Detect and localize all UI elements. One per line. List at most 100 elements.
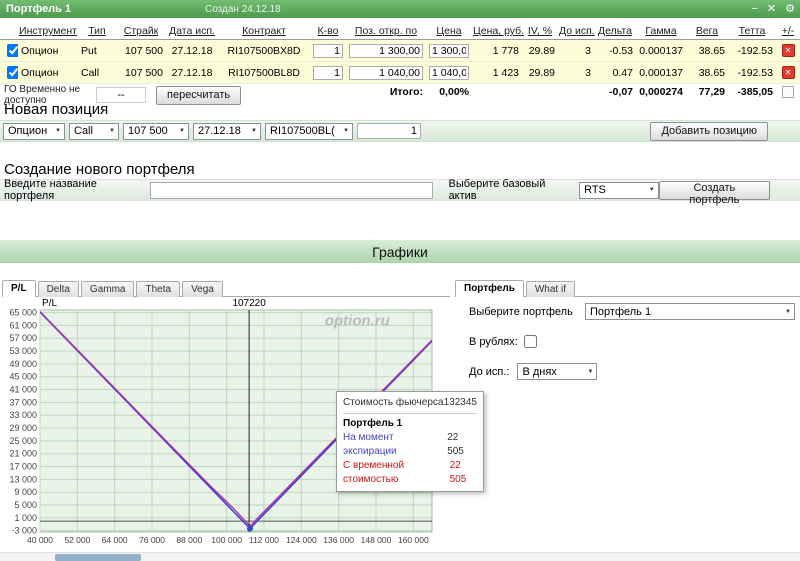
days-select[interactable]: В днях ▼ — [517, 363, 598, 380]
tab-theta[interactable]: Theta — [136, 281, 181, 297]
table-header-row: Инструмент Тип Страйк Дата исп. Контракт… — [0, 23, 800, 40]
tab-delta[interactable]: Delta — [37, 281, 79, 297]
chevron-down-icon: ▼ — [587, 368, 594, 375]
tab-gamma[interactable]: Gamma — [80, 281, 135, 297]
price-input[interactable] — [429, 65, 469, 80]
open-pos-input[interactable] — [349, 65, 423, 80]
svg-text:13 000: 13 000 — [9, 474, 37, 484]
cell-delta: -0.53 — [594, 39, 636, 62]
delete-row-button[interactable]: ✕ — [781, 66, 795, 80]
new-portfolio-controls: Введите название портфеля Выберите базов… — [0, 178, 800, 206]
svg-text:57 000: 57 000 — [9, 333, 37, 343]
add-position-button[interactable]: Добавить позицию — [650, 121, 768, 141]
row-checkbox[interactable] — [7, 66, 18, 79]
row-checkbox[interactable] — [7, 44, 18, 57]
svg-text:25 000: 25 000 — [9, 436, 37, 446]
tab-pl[interactable]: P/L — [2, 280, 36, 297]
rubles-label: В рублях: — [469, 335, 518, 348]
column-header-vega[interactable]: Вега — [696, 25, 718, 37]
cell-iv: 29.89 — [522, 39, 558, 62]
instrument-type-value: Опцион — [8, 125, 48, 137]
svg-text:148 000: 148 000 — [361, 535, 392, 545]
column-header-plusminus[interactable]: +/- — [782, 25, 795, 37]
strike-select[interactable]: 107 500 ▼ — [123, 122, 189, 140]
svg-text:88 000: 88 000 — [176, 535, 202, 545]
exp-date-select[interactable]: 27.12.18 ▼ — [193, 122, 261, 140]
svg-text:100 000: 100 000 — [211, 535, 242, 545]
tooltip-timevalue-value: 22 505 — [449, 460, 467, 485]
cell-iv: 29.89 — [522, 61, 558, 84]
chevron-down-icon: ▼ — [55, 128, 61, 134]
cell-theta: -192.53 — [728, 39, 776, 62]
cell-contract: RI107500BL8D — [218, 61, 310, 84]
column-header-openpos[interactable]: Поз. откр. по — [355, 25, 417, 37]
column-header-contract[interactable]: Контракт — [242, 25, 286, 37]
new-position-qty-input[interactable] — [357, 123, 421, 139]
recalculate-button[interactable]: пересчитать — [156, 85, 242, 105]
tooltip-future-value: 132345 — [443, 397, 477, 408]
scrollbar-thumb[interactable] — [55, 554, 141, 561]
qty-input[interactable] — [313, 65, 343, 80]
base-asset-label: Выберите базовый актив — [448, 178, 546, 202]
rubles-checkbox[interactable] — [523, 335, 537, 348]
contract-select[interactable]: RI107500BL( ▼ — [265, 122, 353, 140]
open-pos-input[interactable] — [349, 43, 423, 58]
column-header-days[interactable]: До исп. — [559, 25, 595, 37]
horizontal-scrollbar[interactable] — [0, 552, 800, 561]
cell-instrument: Опцион — [18, 39, 78, 62]
svg-text:29 000: 29 000 — [9, 423, 37, 433]
svg-text:33 000: 33 000 — [9, 410, 37, 420]
portfolio-name-input[interactable] — [149, 181, 433, 199]
strike-value: 107 500 — [128, 125, 168, 137]
base-asset-select[interactable]: RTS ▼ — [579, 181, 659, 199]
svg-text:49 000: 49 000 — [9, 359, 37, 369]
portfolio-select-value: Портфель 1 — [590, 305, 652, 318]
cell-gamma: 0.000137 — [636, 61, 686, 84]
column-header-expdate[interactable]: Дата исп. — [169, 25, 215, 37]
minimize-icon[interactable]: − — [751, 0, 757, 18]
svg-text:21 000: 21 000 — [9, 449, 37, 459]
svg-text:160 000: 160 000 — [398, 535, 429, 545]
svg-text:112 000: 112 000 — [249, 535, 279, 545]
price-input[interactable] — [429, 43, 469, 58]
column-header-delta[interactable]: Дельта — [598, 25, 632, 37]
delete-row-button[interactable]: ✕ — [781, 44, 795, 58]
column-header-instrument[interactable]: Инструмент — [19, 25, 77, 37]
svg-text:1 000: 1 000 — [14, 513, 37, 523]
column-header-iv[interactable]: IV, % — [528, 25, 552, 37]
option-kind-select[interactable]: Call ▼ — [69, 122, 119, 140]
column-header-strike[interactable]: Страйк — [124, 25, 159, 37]
tooltip-expiration-label: На момент экспирации — [343, 432, 397, 457]
column-header-gamma[interactable]: Гамма — [645, 25, 676, 37]
tab-portfolio[interactable]: Портфель — [455, 280, 524, 297]
cell-strike: 107 500 — [116, 61, 166, 84]
close-icon[interactable]: ✕ — [767, 0, 776, 18]
cell-delta: 0.47 — [594, 61, 636, 84]
column-header-price[interactable]: Цена — [436, 25, 461, 37]
column-header-type[interactable]: Тип — [88, 25, 106, 37]
svg-text:40 000: 40 000 — [27, 535, 53, 545]
column-header-qty[interactable]: К-во — [318, 25, 339, 37]
settings-gear-icon[interactable]: ⚙ — [785, 0, 795, 18]
cell-vega: 38.65 — [686, 61, 728, 84]
portfolio-select[interactable]: Портфель 1 ▼ — [585, 303, 795, 320]
totals-theta: -385,05 — [728, 83, 776, 101]
cell-days: 3 — [558, 61, 594, 84]
table-row: Опцион Call 107 500 27.12.18 RI107500BL8… — [0, 61, 800, 84]
svg-text:52 000: 52 000 — [64, 535, 90, 545]
tab-what-if[interactable]: What if — [525, 281, 575, 297]
cell-strike: 107 500 — [116, 39, 166, 62]
column-header-theta[interactable]: Тетта — [739, 25, 766, 37]
column-header-pricerub[interactable]: Цена, руб. — [473, 25, 524, 37]
svg-text:45 000: 45 000 — [9, 372, 37, 382]
tab-vega[interactable]: Vega — [182, 281, 223, 297]
instrument-type-select[interactable]: Опцион ▼ — [3, 122, 65, 140]
cell-theta: -192.53 — [728, 61, 776, 84]
days-label: До исп.: — [469, 365, 510, 378]
portfolio-name-label: Введите название портфеля — [4, 178, 97, 202]
cell-contract: RI107500BX8D — [218, 39, 310, 62]
svg-text:37 000: 37 000 — [9, 397, 37, 407]
create-portfolio-button[interactable]: Создать портфель — [658, 180, 770, 206]
svg-text:5 000: 5 000 — [14, 500, 37, 510]
qty-input[interactable] — [313, 43, 343, 58]
